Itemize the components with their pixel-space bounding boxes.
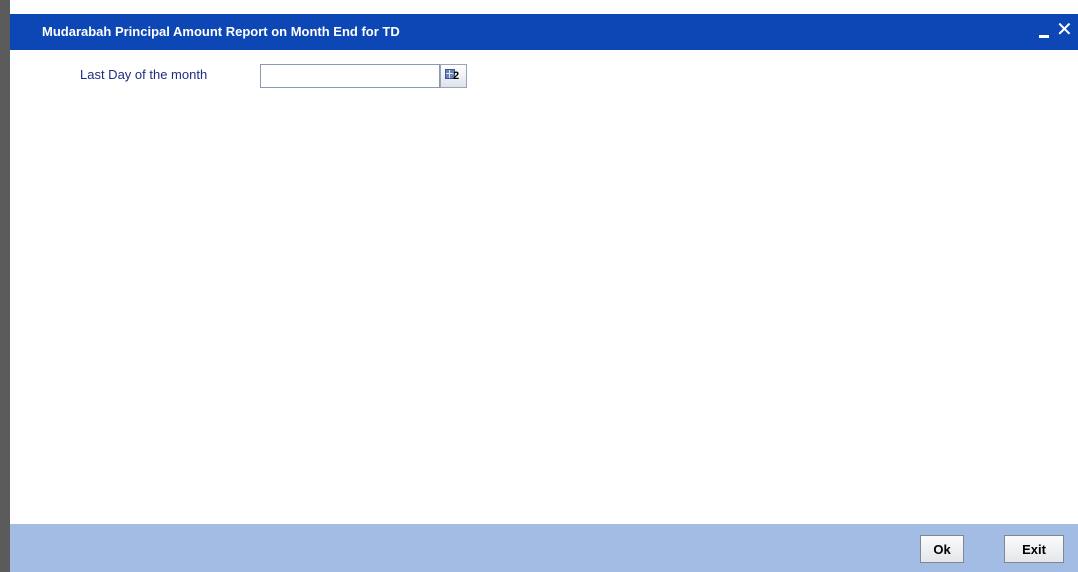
- minimize-bar: [1039, 35, 1049, 38]
- title-bar: Mudarabah Principal Amount Report on Mon…: [10, 14, 1078, 50]
- exit-button[interactable]: Exit: [1004, 535, 1064, 563]
- last-day-input[interactable]: [260, 64, 440, 88]
- close-icon[interactable]: ✕: [1056, 18, 1078, 46]
- last-day-label: Last Day of the month: [80, 67, 208, 82]
- report-window: Mudarabah Principal Amount Report on Mon…: [10, 14, 1078, 572]
- minimize-icon[interactable]: [1034, 18, 1056, 46]
- left-window-border: [0, 0, 10, 572]
- window-title: Mudarabah Principal Amount Report on Mon…: [42, 24, 400, 39]
- calendar-icon-number: 2: [453, 70, 460, 82]
- calendar-button[interactable]: 2: [440, 64, 467, 88]
- button-bar: Ok Exit: [10, 524, 1078, 572]
- ok-button[interactable]: Ok: [920, 535, 964, 563]
- form-area: Last Day of the month 2: [10, 50, 1078, 524]
